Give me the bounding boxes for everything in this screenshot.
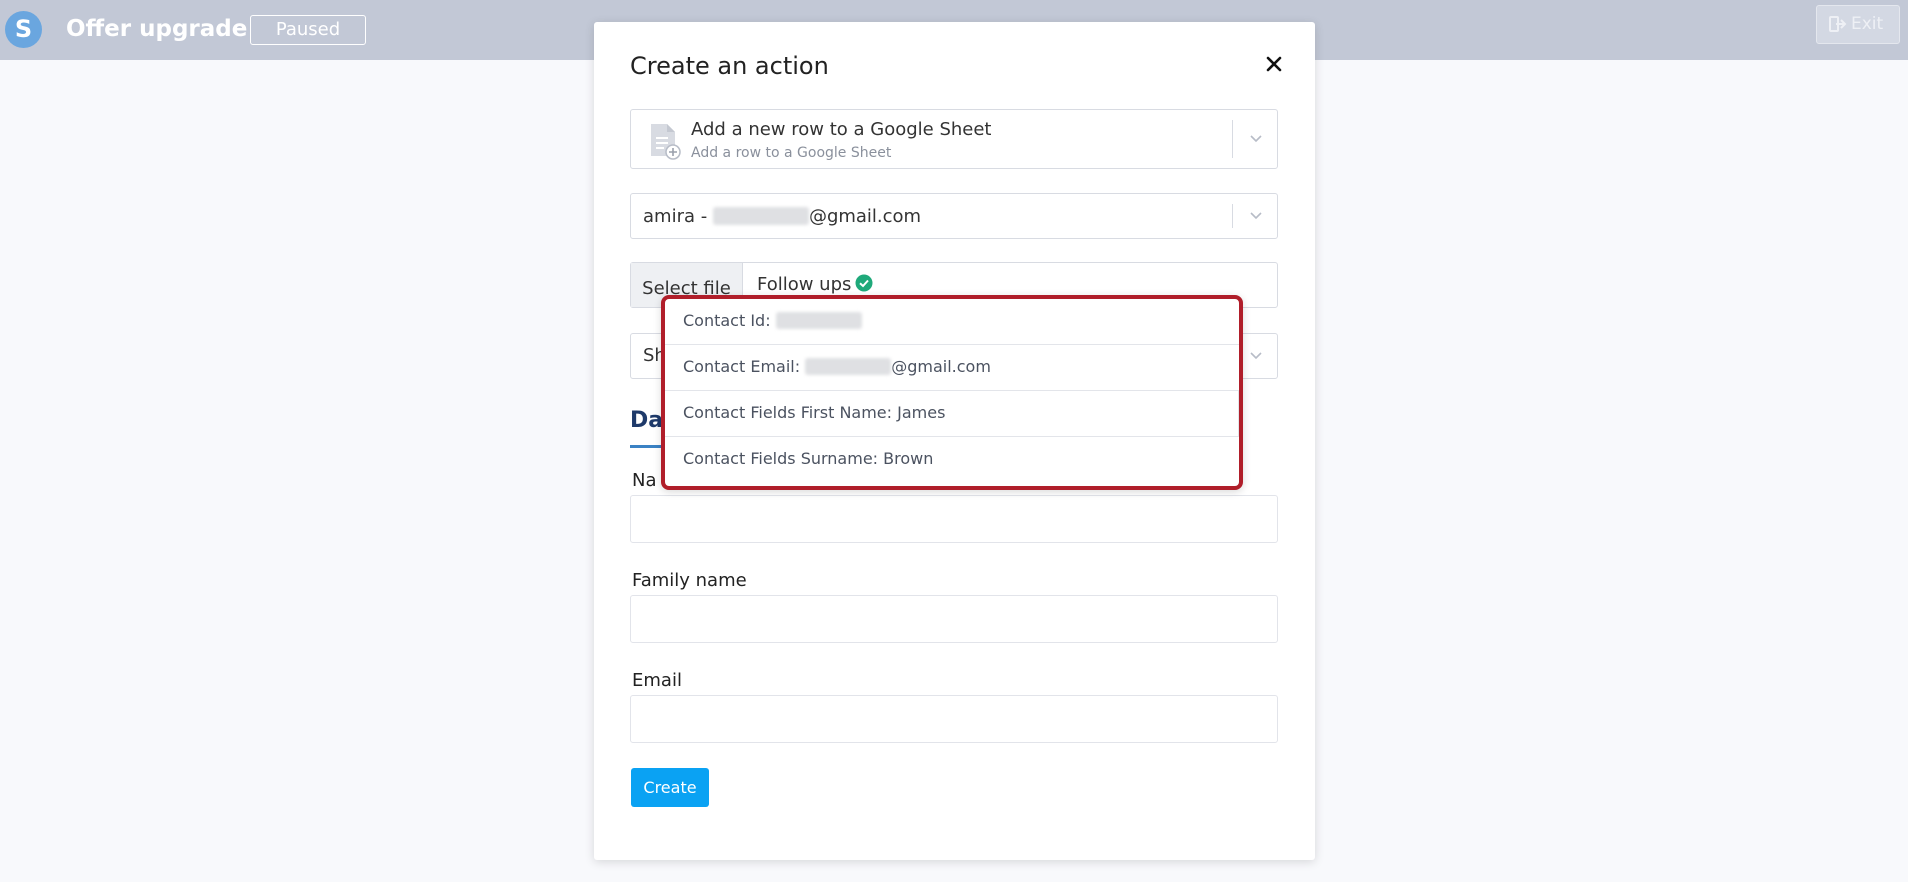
action-subtitle: Add a row to a Google Sheet — [691, 145, 892, 161]
chevron-down-icon — [1250, 352, 1262, 360]
selected-file: Follow ups — [757, 274, 873, 295]
redacted-text — [712, 207, 809, 225]
list-item[interactable]: Contact Fields Surname: Brown — [665, 437, 1239, 483]
create-button[interactable]: Create — [631, 768, 709, 807]
modal-title: Create an action — [630, 52, 829, 80]
chevron-down-icon — [1250, 135, 1262, 143]
list-item[interactable]: Contact Id: — [665, 299, 1239, 345]
account-value: amira - @gmail.com — [643, 206, 922, 227]
email-input[interactable] — [630, 695, 1278, 743]
name-input[interactable] — [630, 495, 1278, 543]
chevron-down-icon — [1250, 212, 1262, 220]
google-sheet-add-icon — [651, 124, 681, 160]
exit-icon — [1829, 16, 1847, 32]
action-type-select[interactable]: Add a new row to a Google Sheet Add a ro… — [630, 109, 1278, 169]
family-name-label: Family name — [632, 570, 747, 591]
field-suggestion-dropdown: Contact Id: Contact Email: @gmail.com Co… — [661, 295, 1243, 490]
name-label: Na — [632, 470, 657, 491]
tab-data[interactable]: Da — [630, 408, 663, 433]
list-item[interactable]: Contact Email: @gmail.com — [665, 345, 1239, 391]
exit-label: Exit — [1851, 14, 1884, 34]
list-item[interactable]: Contact Fields First Name: James — [665, 391, 1239, 437]
close-button[interactable] — [1260, 50, 1288, 78]
check-circle-icon — [855, 274, 873, 292]
status-badge[interactable]: Paused — [250, 15, 366, 45]
account-select[interactable]: amira - @gmail.com — [630, 193, 1278, 239]
email-label: Email — [632, 670, 682, 691]
redacted-text — [775, 312, 862, 329]
redacted-text — [805, 358, 892, 375]
action-title: Add a new row to a Google Sheet — [691, 119, 992, 140]
page-title: Offer upgrade — [66, 16, 248, 42]
close-icon — [1266, 56, 1282, 72]
exit-button[interactable]: Exit — [1816, 5, 1900, 44]
family-name-input[interactable] — [630, 595, 1278, 643]
s-logo-icon: S — [5, 11, 42, 48]
